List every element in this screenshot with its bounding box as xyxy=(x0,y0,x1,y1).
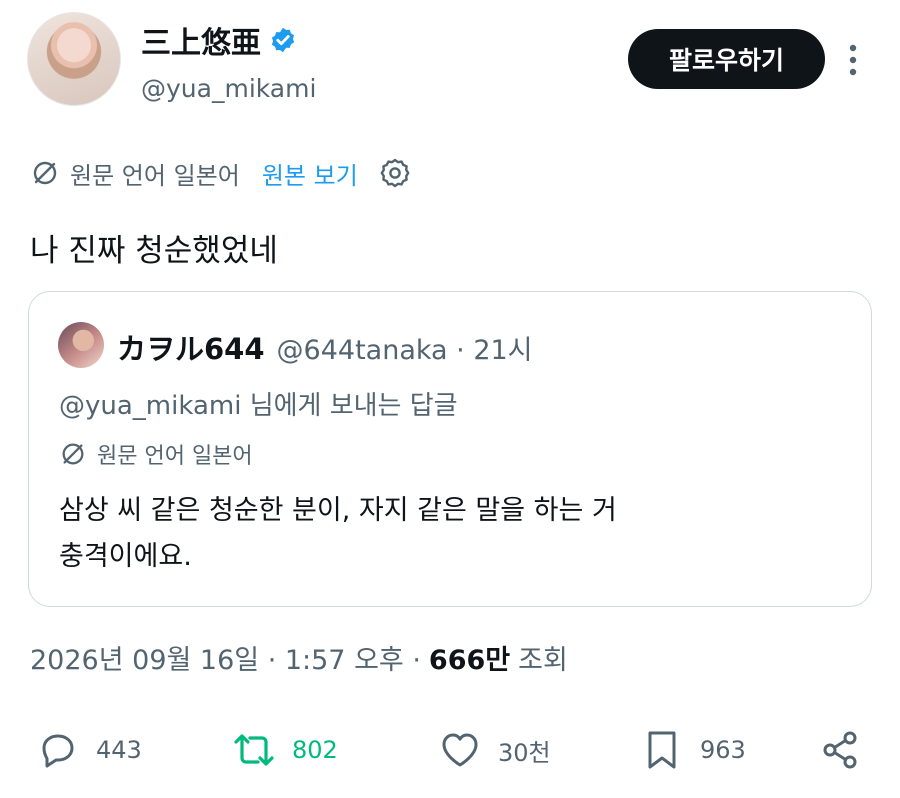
reply-button[interactable]: 443 xyxy=(36,728,142,772)
tweet-meta: 2026년 09월 16일 · 1:57 오후 · 666만 조회 xyxy=(30,638,568,677)
share-button[interactable] xyxy=(818,728,878,772)
user-handle[interactable]: @yua_mikami xyxy=(141,74,316,103)
quote-body-line: 충격이에요. xyxy=(59,541,192,572)
retweet-button[interactable]: 802 xyxy=(232,728,338,772)
action-bar: 443 802 30천 963 xyxy=(0,720,900,784)
reply-count: 443 xyxy=(96,736,142,764)
like-icon xyxy=(442,733,478,767)
bookmark-button[interactable]: 963 xyxy=(640,728,746,772)
display-name[interactable]: 三上悠亜 xyxy=(141,18,297,62)
bookmark-count: 963 xyxy=(700,736,746,764)
more-icon[interactable] xyxy=(840,40,866,80)
translate-icon xyxy=(59,440,87,468)
view-original-link[interactable]: 원본 보기 xyxy=(262,156,358,191)
tweet-text: 나 진짜 청순했었네 xyxy=(30,233,278,269)
quote-handle-time: @644tanaka · 21시 xyxy=(276,335,533,366)
quote-body-line: 삼상 씨 같은 청순한 분이, 자지 같은 말을 하는 거 xyxy=(59,495,617,526)
display-name-text: 三上悠亜 xyxy=(141,26,261,61)
views-label: 조회 xyxy=(518,645,568,676)
source-language-label: 원문 언어 일본어 xyxy=(70,161,240,190)
quoted-tweet[interactable]: カヲル644 @644tanaka · 21시 @yua_mikami 님에게 … xyxy=(28,291,872,607)
quote-avatar[interactable] xyxy=(58,322,104,368)
quote-reply-to: @yua_mikami 님에게 보내는 답글 xyxy=(59,391,458,421)
like-button[interactable]: 30천 xyxy=(438,728,551,772)
verified-icon xyxy=(269,26,297,54)
like-count: 30천 xyxy=(498,738,551,767)
quote-header: カヲル644 @644tanaka · 21시 xyxy=(117,326,533,368)
quote-body: 삼상 씨 같은 청순한 분이, 자지 같은 말을 하는 거 충격이에요. xyxy=(59,488,839,580)
follow-button[interactable]: 팔로우하기 xyxy=(628,29,825,89)
tweet-header: 三上悠亜 @yua_mikami 팔로우하기 xyxy=(0,0,900,120)
views-count: 666만 xyxy=(428,645,511,676)
tweet-datetime[interactable]: 2026년 09월 16일 · 1:57 오후 · xyxy=(30,638,421,677)
reply-icon xyxy=(42,734,74,768)
translation-bar: 원문 언어 일본어 원본 보기 xyxy=(30,154,412,192)
avatar[interactable] xyxy=(27,12,121,106)
quote-translation-bar: 원문 언어 일본어 xyxy=(59,438,253,470)
settings-icon[interactable] xyxy=(378,156,412,190)
retweet-icon xyxy=(234,734,274,766)
translate-icon xyxy=(30,158,60,188)
quote-display-name: カヲル644 xyxy=(117,332,265,366)
retweet-count: 802 xyxy=(292,736,338,764)
share-icon xyxy=(823,731,857,769)
quote-source-language: 원문 언어 일본어 xyxy=(97,444,253,469)
bookmark-icon xyxy=(648,731,676,769)
